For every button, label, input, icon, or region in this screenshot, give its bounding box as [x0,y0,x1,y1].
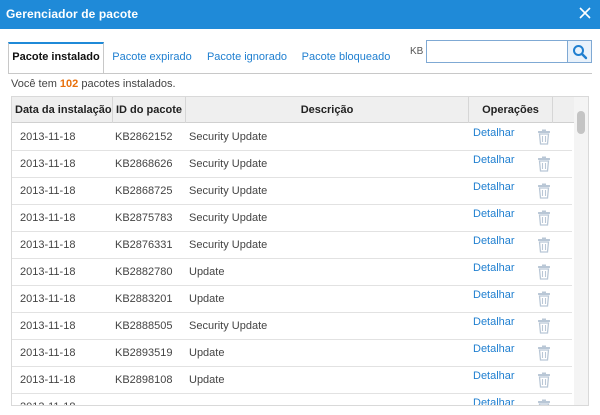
column-install-date[interactable]: Data da instalação [12,97,113,123]
install-date: 2013-11-18 [20,212,76,224]
trash-icon[interactable] [537,264,551,280]
install-date: 2013-11-18 [20,158,76,170]
search-button[interactable] [567,40,592,63]
package-description: Security Update [189,320,268,332]
tab-installed[interactable]: Pacote instalado [8,42,104,74]
trash-icon[interactable] [537,237,551,253]
tab-blocked[interactable]: Pacote bloqueado [300,42,392,72]
detail-link[interactable]: Detalhar [473,363,515,389]
package-description: Security Update [189,131,268,143]
trash-icon[interactable] [537,129,551,145]
tab-ignored[interactable]: Pacote ignorado [204,42,290,72]
package-description: Security Update [189,185,268,197]
tab-divider [8,73,592,74]
trash-icon[interactable] [537,318,551,334]
package-id: KB2868725 [115,185,173,197]
summary-prefix: Você tem [11,78,57,90]
package-id: KB2862152 [115,131,173,143]
package-id: KB2883201 [115,293,173,305]
trash-icon[interactable] [537,399,551,405]
table-body: 2013-11-18 KB2862152 Security Update Detalh… [12,124,572,405]
close-icon[interactable] [577,5,593,21]
detail-link[interactable]: Detalhar [473,336,515,362]
trash-icon[interactable] [537,183,551,199]
trash-icon[interactable] [537,291,551,307]
package-id: KB2882780 [115,266,173,278]
table-row[interactable]: 2013-11-18Detalhar [12,394,572,405]
scrollbar-thumb[interactable] [577,111,585,134]
package-description: Update [189,374,225,386]
install-date: 2013-11-18 [20,320,76,332]
package-description: Update [189,347,225,359]
install-date: 2013-11-18 [20,394,75,405]
detail-link[interactable]: Detalhar [473,282,515,308]
install-date: 2013-11-18 [20,239,76,251]
search-label: KB [410,46,424,57]
install-date: 2013-11-18 [20,293,76,305]
tab-bar: Pacote instalado Pacote expirado Pacote … [8,42,398,74]
vertical-scrollbar[interactable] [574,97,588,405]
package-table: Data da instalação ID do pacote Descriçã… [11,96,589,406]
package-id: KB2888505 [115,320,173,332]
package-summary: Você tem 102 pacotes instalados. [11,78,176,90]
package-id: KB2898108 [115,374,173,386]
detail-link[interactable]: Detalhar [473,228,515,254]
package-description: Update [189,266,225,278]
package-id: KB2868626 [115,158,173,170]
trash-icon[interactable] [537,345,551,361]
package-id: KB2876331 [115,239,173,251]
detail-link[interactable]: Detalhar [473,147,515,173]
detail-link[interactable]: Detalhar [473,201,515,227]
search-input[interactable] [426,40,571,63]
trash-icon[interactable] [537,372,551,388]
package-description: Security Update [189,239,268,251]
detail-link[interactable]: Detalhar [473,255,515,281]
trash-icon[interactable] [537,210,551,226]
detail-link[interactable]: Detalhar [473,309,515,335]
install-date: 2013-11-18 [20,347,76,359]
package-description: Update [189,293,225,305]
install-date: 2013-11-18 [20,185,76,197]
package-count: 102 [59,78,79,90]
search-icon [573,45,588,60]
detail-link[interactable]: Detalhar [473,174,515,200]
detail-link[interactable]: Detalhar [473,120,515,146]
package-description: Security Update [189,212,268,224]
trash-icon[interactable] [537,156,551,172]
install-date: 2013-11-18 [20,131,76,143]
summary-suffix: pacotes instalados. [81,78,176,90]
install-date: 2013-11-18 [20,374,76,386]
package-description: Security Update [189,158,268,170]
detail-link[interactable]: Detalhar [473,390,515,405]
column-description[interactable]: Descrição [186,97,469,123]
package-id: KB2875783 [115,212,173,224]
title-bar: Gerenciador de pacote [0,0,600,29]
package-id: KB2893519 [115,347,173,359]
tab-expired[interactable]: Pacote expirado [108,42,196,72]
install-date: 2013-11-18 [20,266,76,278]
column-package-id[interactable]: ID do pacote [113,97,186,123]
window-title: Gerenciador de pacote [6,7,139,21]
